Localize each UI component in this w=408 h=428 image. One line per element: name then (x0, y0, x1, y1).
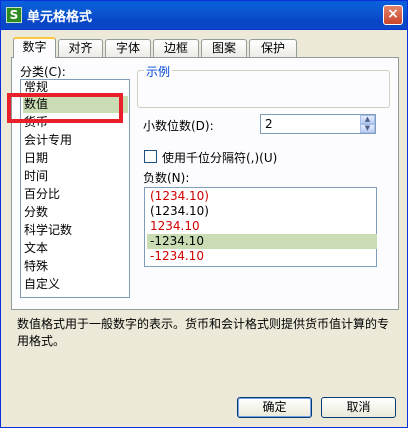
dialog-title: 单元格格式 (27, 10, 93, 25)
negative-option-selected[interactable]: -1234.10 (147, 234, 377, 249)
negative-numbers-list[interactable]: (1234.10) (1234.10) 1234.10 -1234.10 -12… (144, 187, 377, 267)
ok-button[interactable]: 确定 (237, 397, 312, 418)
format-description: 数值格式用于一般数字的表示。货币和会计格式则提供货币值计算的专用格式。 (17, 317, 390, 348)
category-item-fraction[interactable]: 分数 (24, 204, 48, 221)
category-item-time[interactable]: 时间 (24, 168, 48, 185)
tab-border[interactable]: 边框 (153, 39, 199, 57)
category-item-text[interactable]: 文本 (24, 240, 48, 257)
category-item-scientific[interactable]: 科学记数 (24, 222, 72, 239)
format-cells-dialog: S 单元格格式 × 数字 对齐 字体 边框 图案 保护 分类(C): 常规 数值… (0, 0, 408, 428)
category-label: 分类(C): (20, 65, 66, 79)
negative-option[interactable]: (1234.10) (147, 204, 377, 219)
sample-group: 示例 (137, 63, 390, 108)
tab-alignment[interactable]: 对齐 (58, 39, 103, 57)
tab-protection[interactable]: 保护 (249, 39, 297, 57)
tab-number[interactable]: 数字 (13, 37, 56, 58)
decimal-places-spinner[interactable]: 2 ▲ ▼ (260, 114, 376, 134)
negative-option[interactable]: (1234.10) (147, 189, 377, 204)
category-item-accounting[interactable]: 会计专用 (24, 132, 72, 149)
tab-pattern[interactable]: 图案 (201, 39, 247, 57)
category-item-custom[interactable]: 自定义 (24, 276, 60, 293)
thousands-separator-label[interactable]: 使用千位分隔符(,)(U) (162, 149, 277, 166)
category-item-percentage[interactable]: 百分比 (24, 186, 60, 203)
negative-option[interactable]: -1234.10 (147, 249, 377, 264)
decimal-places-value[interactable]: 2 (265, 117, 273, 131)
title-bar[interactable]: S 单元格格式 × (1, 1, 407, 30)
cancel-button[interactable]: 取消 (321, 397, 396, 418)
sample-title: 示例 (144, 63, 173, 80)
spin-down-icon[interactable]: ▼ (360, 124, 375, 133)
tab-font[interactable]: 字体 (105, 39, 151, 57)
close-button[interactable]: × (383, 5, 403, 25)
negative-option[interactable]: 1234.10 (147, 219, 377, 234)
category-item-date[interactable]: 日期 (24, 150, 48, 167)
spin-up-icon[interactable]: ▲ (360, 115, 375, 124)
thousands-separator-checkbox[interactable] (144, 150, 157, 163)
highlight-box (7, 93, 123, 123)
app-icon: S (6, 7, 22, 23)
decimal-places-label: 小数位数(D): (143, 119, 214, 133)
category-item-special[interactable]: 特殊 (24, 258, 48, 275)
negative-numbers-label: 负数(N): (143, 171, 190, 185)
